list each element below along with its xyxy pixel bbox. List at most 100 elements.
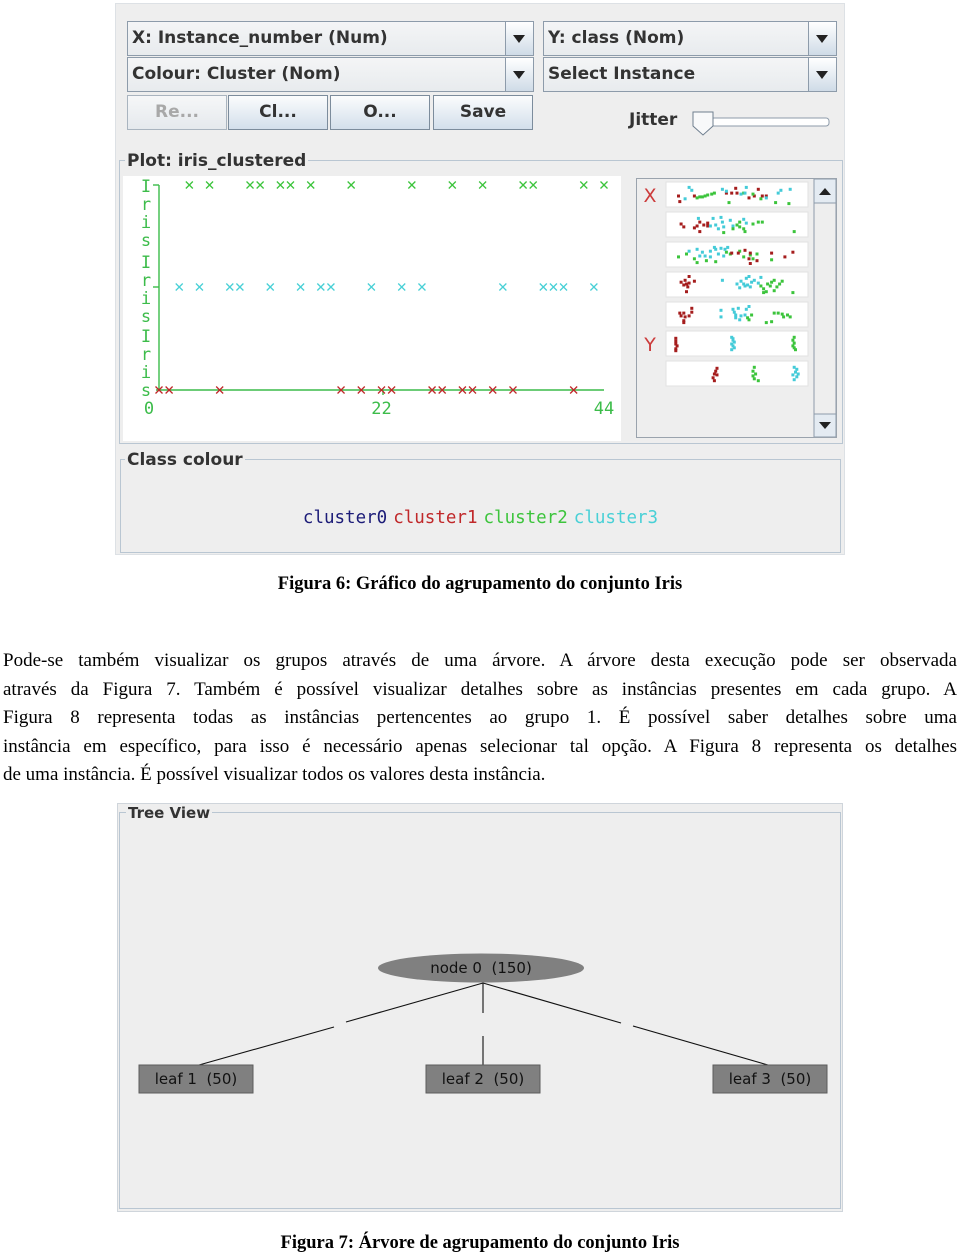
- data-point[interactable]: [185, 181, 194, 189]
- class-colour-title: Class colour: [125, 450, 245, 470]
- scatter-plot-area[interactable]: IrisIrisIris 0 22 44: [123, 176, 621, 441]
- matrix-point: [674, 339, 678, 343]
- colour-combo-arrow[interactable]: [505, 58, 533, 91]
- matrix-point: [735, 191, 739, 195]
- data-point[interactable]: [286, 181, 295, 189]
- data-point[interactable]: [498, 283, 507, 291]
- body-paragraph: Pode-se também visualizar os grupos atra…: [3, 647, 957, 790]
- data-point[interactable]: [417, 283, 426, 291]
- data-point[interactable]: [235, 283, 244, 291]
- tree-leaf-node[interactable]: leaf 2 (50): [425, 1064, 541, 1094]
- save-button[interactable]: Save: [433, 95, 533, 130]
- matrix-scrollbar[interactable]: [813, 178, 837, 438]
- data-point[interactable]: [347, 181, 356, 189]
- select-instance-combo-arrow[interactable]: [808, 58, 836, 91]
- matrix-cell-plot[interactable]: Y: [643, 330, 809, 357]
- matrix-point: [685, 282, 688, 286]
- data-point[interactable]: [195, 283, 204, 291]
- reset-button[interactable]: Re...: [127, 95, 227, 130]
- data-point[interactable]: [306, 181, 315, 189]
- matrix-cell-plot[interactable]: [665, 271, 809, 298]
- figure-6-caption: Figura 6: Gráfico do agrupamento do conj…: [277, 574, 683, 594]
- x-axis-combo-arrow[interactable]: [505, 22, 533, 55]
- matrix-point: [731, 307, 735, 311]
- tree-leaf-node[interactable]: leaf 3 (50): [712, 1064, 828, 1094]
- paragraph-line: através da Figura 7. Também é possível v…: [3, 678, 957, 700]
- slider-thumb[interactable]: [692, 111, 714, 136]
- matrix-point: [720, 220, 724, 224]
- matrix-point: [795, 375, 799, 379]
- legend-item-cluster3[interactable]: cluster3: [574, 508, 658, 528]
- data-point[interactable]: [539, 283, 548, 291]
- matrix-point: [764, 321, 768, 325]
- legend-item-cluster2[interactable]: cluster2: [484, 508, 568, 528]
- jitter-slider[interactable]: [691, 111, 836, 139]
- matrix-point: [731, 227, 735, 231]
- matrix-point: [696, 216, 700, 220]
- tree-leaf-node[interactable]: leaf 1 (50): [138, 1064, 254, 1094]
- data-point[interactable]: [296, 283, 305, 291]
- scrollbar-track[interactable]: [813, 178, 837, 438]
- matrix-cell-plot[interactable]: [665, 241, 809, 268]
- y-axis-combo-value: Y: class (Nom): [548, 28, 685, 48]
- data-point[interactable]: [205, 181, 214, 189]
- data-point[interactable]: [246, 181, 254, 189]
- select-instance-combo[interactable]: Select Instance: [543, 57, 837, 92]
- matrix-point: [685, 290, 688, 294]
- y-axis-combo-arrow[interactable]: [808, 22, 836, 55]
- matrix-point: [711, 376, 715, 380]
- matrix-point: [732, 346, 736, 350]
- y-axis-combo[interactable]: Y: class (Nom): [543, 21, 837, 56]
- matrix-cell-plot[interactable]: X: [643, 181, 809, 208]
- data-point[interactable]: [367, 283, 376, 291]
- data-point[interactable]: [519, 181, 528, 189]
- data-point[interactable]: [407, 181, 416, 189]
- data-point[interactable]: [316, 283, 325, 291]
- data-point[interactable]: [478, 181, 487, 189]
- data-point[interactable]: [589, 283, 598, 291]
- data-point[interactable]: [549, 283, 558, 291]
- data-point[interactable]: [579, 181, 588, 189]
- matrix-point: [766, 282, 770, 286]
- matrix-point: [787, 202, 791, 206]
- matrix-cell-background[interactable]: [665, 330, 809, 357]
- matrix-cell-plot[interactable]: [665, 360, 809, 387]
- tree-root-node[interactable]: node 0 (150): [378, 953, 584, 983]
- data-point[interactable]: [175, 283, 184, 291]
- matrix-point: [712, 191, 716, 195]
- data-point[interactable]: [559, 283, 568, 291]
- data-point[interactable]: [276, 181, 285, 189]
- y-tick-letter: s: [141, 307, 151, 327]
- data-point[interactable]: [326, 283, 335, 291]
- x-axis-combo[interactable]: X: Instance_number (Num): [127, 21, 534, 56]
- data-point[interactable]: [256, 181, 265, 189]
- legend-item-cluster0[interactable]: cluster0: [303, 508, 387, 528]
- data-point[interactable]: [600, 181, 608, 189]
- matrix-point: [695, 196, 699, 200]
- matrix-cell-plot[interactable]: [665, 301, 809, 328]
- matrix-cell-plot[interactable]: [665, 211, 809, 238]
- matrix-point: [703, 254, 707, 258]
- legend-item-cluster1[interactable]: cluster1: [393, 508, 477, 528]
- matrix-point: [738, 220, 742, 224]
- scatter-plot[interactable]: Ir i sI r i sI r i s 0 22 44: [123, 176, 621, 441]
- matrix-point: [685, 252, 688, 256]
- matrix-point: [720, 187, 724, 191]
- matrix-point: [715, 366, 719, 370]
- open-button[interactable]: O...: [330, 95, 430, 130]
- data-point[interactable]: [529, 181, 538, 189]
- data-point[interactable]: [397, 283, 406, 291]
- matrix-cell-background[interactable]: [665, 360, 809, 387]
- slider-track[interactable]: [710, 117, 830, 127]
- matrix-point: [690, 306, 694, 310]
- clear-button[interactable]: Cl...: [228, 95, 328, 130]
- matrix-point: [747, 196, 751, 200]
- matrix-point: [692, 257, 696, 261]
- matrix-point: [722, 225, 726, 229]
- data-point[interactable]: [225, 283, 234, 291]
- data-point[interactable]: [266, 283, 275, 291]
- matrix-point: [764, 196, 768, 200]
- matrix-point: [760, 194, 764, 198]
- data-point[interactable]: [448, 181, 457, 189]
- colour-combo[interactable]: Colour: Cluster (Nom): [127, 57, 534, 92]
